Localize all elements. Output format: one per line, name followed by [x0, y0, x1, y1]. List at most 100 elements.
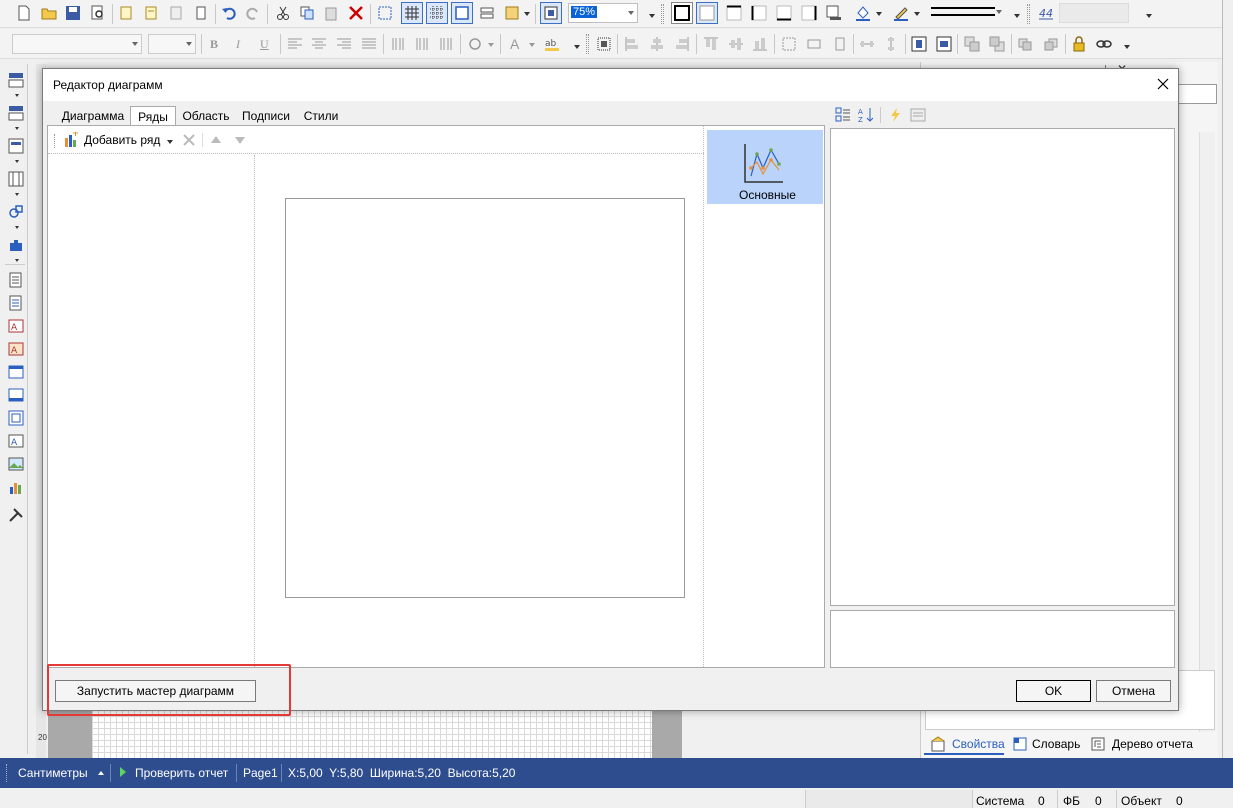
chevron-down-icon[interactable] — [914, 12, 920, 16]
select-all-icon[interactable] — [377, 5, 393, 21]
chevron-down-icon[interactable] — [876, 12, 882, 16]
open-folder-icon[interactable] — [41, 5, 57, 21]
report-title-band-icon[interactable] — [8, 72, 24, 88]
header-band-icon[interactable] — [8, 105, 24, 121]
units-dropdown[interactable]: Сантиметры — [18, 766, 88, 780]
make-same-height-icon[interactable] — [832, 36, 848, 52]
events-icon[interactable] — [888, 107, 904, 123]
tab-labels[interactable]: Подписи — [238, 106, 294, 126]
link-icon[interactable] — [1096, 36, 1112, 52]
panel-icon[interactable] — [8, 364, 24, 380]
send-to-back-icon[interactable] — [989, 36, 1005, 52]
text-format-icon[interactable]: 44 — [1038, 5, 1054, 21]
align-left-icon[interactable] — [287, 36, 303, 52]
categorized-icon[interactable] — [835, 107, 851, 123]
align-justify-icon[interactable] — [361, 36, 377, 52]
ok-button[interactable]: OK — [1016, 680, 1091, 702]
text-component-icon[interactable] — [8, 272, 24, 288]
redo-icon[interactable] — [245, 5, 261, 21]
font-size-select[interactable] — [148, 34, 196, 54]
tab-dictionary[interactable]: Словарь — [1010, 733, 1082, 755]
lock-icon[interactable] — [1071, 36, 1087, 52]
border-left-icon[interactable] — [751, 5, 767, 21]
property-grid[interactable] — [830, 128, 1175, 606]
sort-alpha-icon[interactable]: AZ — [858, 107, 874, 123]
font-color-icon[interactable]: A — [510, 36, 519, 52]
bring-to-front-icon[interactable] — [964, 36, 980, 52]
align-centers-icon[interactable] — [649, 36, 665, 52]
page-setup-icon[interactable] — [143, 5, 159, 21]
tab-report-tree[interactable]: Дерево отчета — [1088, 733, 1200, 755]
space-vertical-icon[interactable] — [883, 36, 899, 52]
chevron-down-icon[interactable] — [529, 43, 535, 47]
align-tops-icon[interactable] — [703, 36, 719, 52]
components-puzzle-icon[interactable] — [8, 237, 24, 253]
text-in-cells-icon[interactable]: A — [8, 318, 24, 334]
tab-series[interactable]: Ряды — [130, 106, 176, 127]
shadow-icon[interactable] — [826, 5, 842, 21]
series-list[interactable] — [48, 155, 255, 667]
align-lefts-icon[interactable] — [624, 36, 640, 52]
valign-center-icon[interactable] — [414, 36, 430, 52]
space-horizontal-icon[interactable] — [859, 36, 875, 52]
image-icon[interactable] — [8, 456, 24, 472]
undo-icon[interactable] — [221, 5, 237, 21]
tab-chart[interactable]: Диаграмма — [57, 106, 129, 126]
series-type-basic[interactable]: Основные — [707, 130, 823, 204]
shapes-icon[interactable] — [8, 204, 24, 220]
move-backward-icon[interactable] — [1043, 36, 1059, 52]
align-rights-icon[interactable] — [674, 36, 690, 52]
italic-icon[interactable]: I — [236, 37, 240, 52]
border-bottom-icon[interactable] — [776, 5, 792, 21]
font-name-select[interactable] — [12, 34, 142, 54]
align-middles-icon[interactable] — [728, 36, 744, 52]
bold-icon[interactable]: B — [210, 37, 218, 52]
rotate-icon[interactable] — [467, 36, 483, 52]
tab-area[interactable]: Область — [178, 106, 234, 126]
chart-component-icon[interactable] — [8, 479, 24, 495]
container-icon[interactable] — [8, 387, 24, 403]
chevron-down-icon[interactable] — [1014, 14, 1020, 18]
copy-page-icon[interactable] — [193, 5, 209, 21]
underline-icon[interactable]: U — [260, 37, 269, 52]
align-to-grid-icon[interactable] — [596, 36, 612, 52]
paste-icon[interactable] — [323, 5, 339, 21]
border-right-icon[interactable] — [801, 5, 817, 21]
delete-icon[interactable] — [348, 5, 364, 21]
border-color-icon[interactable] — [893, 5, 909, 21]
remove-series-icon[interactable] — [182, 133, 196, 147]
fill-color-icon[interactable] — [855, 5, 871, 21]
close-icon[interactable] — [1157, 78, 1169, 90]
tools-icon[interactable] — [8, 507, 24, 523]
check-report-button[interactable]: Проверить отчет — [135, 766, 228, 780]
page-style-icon[interactable] — [504, 5, 520, 21]
border-top-icon[interactable] — [726, 5, 742, 21]
make-same-width-icon[interactable] — [806, 36, 822, 52]
save-icon[interactable] — [65, 5, 81, 21]
border-style-select[interactable] — [929, 3, 1005, 23]
chevron-down-icon[interactable] — [488, 43, 494, 47]
table-icon[interactable]: A — [8, 433, 24, 449]
chevron-down-icon[interactable] — [524, 12, 530, 16]
move-forward-icon[interactable] — [1017, 36, 1033, 52]
data-band-icon[interactable] — [8, 138, 24, 154]
valign-bottom-icon[interactable] — [438, 36, 454, 52]
tab-properties[interactable]: Свойства — [924, 733, 1005, 755]
text-box-icon[interactable]: A — [8, 341, 24, 357]
cancel-button[interactable]: Отмена — [1096, 680, 1171, 702]
sub-report-icon[interactable] — [8, 410, 24, 426]
make-same-size-icon[interactable] — [781, 36, 797, 52]
rich-text-icon[interactable] — [8, 295, 24, 311]
chevron-down-icon[interactable] — [1124, 45, 1130, 49]
zoom-select[interactable]: 75% — [568, 3, 638, 23]
chevron-down-icon[interactable] — [649, 14, 655, 18]
chevron-down-icon[interactable] — [1146, 14, 1152, 18]
highlight-icon[interactable]: ab — [544, 36, 560, 52]
center-vertical-icon[interactable] — [936, 36, 952, 52]
delete-page-icon[interactable] — [168, 5, 184, 21]
add-series-button[interactable]: Добавить ряд — [61, 129, 176, 151]
center-horizontal-icon[interactable] — [911, 36, 927, 52]
chevron-up-icon[interactable] — [98, 771, 104, 775]
copy-icon[interactable] — [299, 5, 315, 21]
components-icon[interactable] — [479, 5, 495, 21]
